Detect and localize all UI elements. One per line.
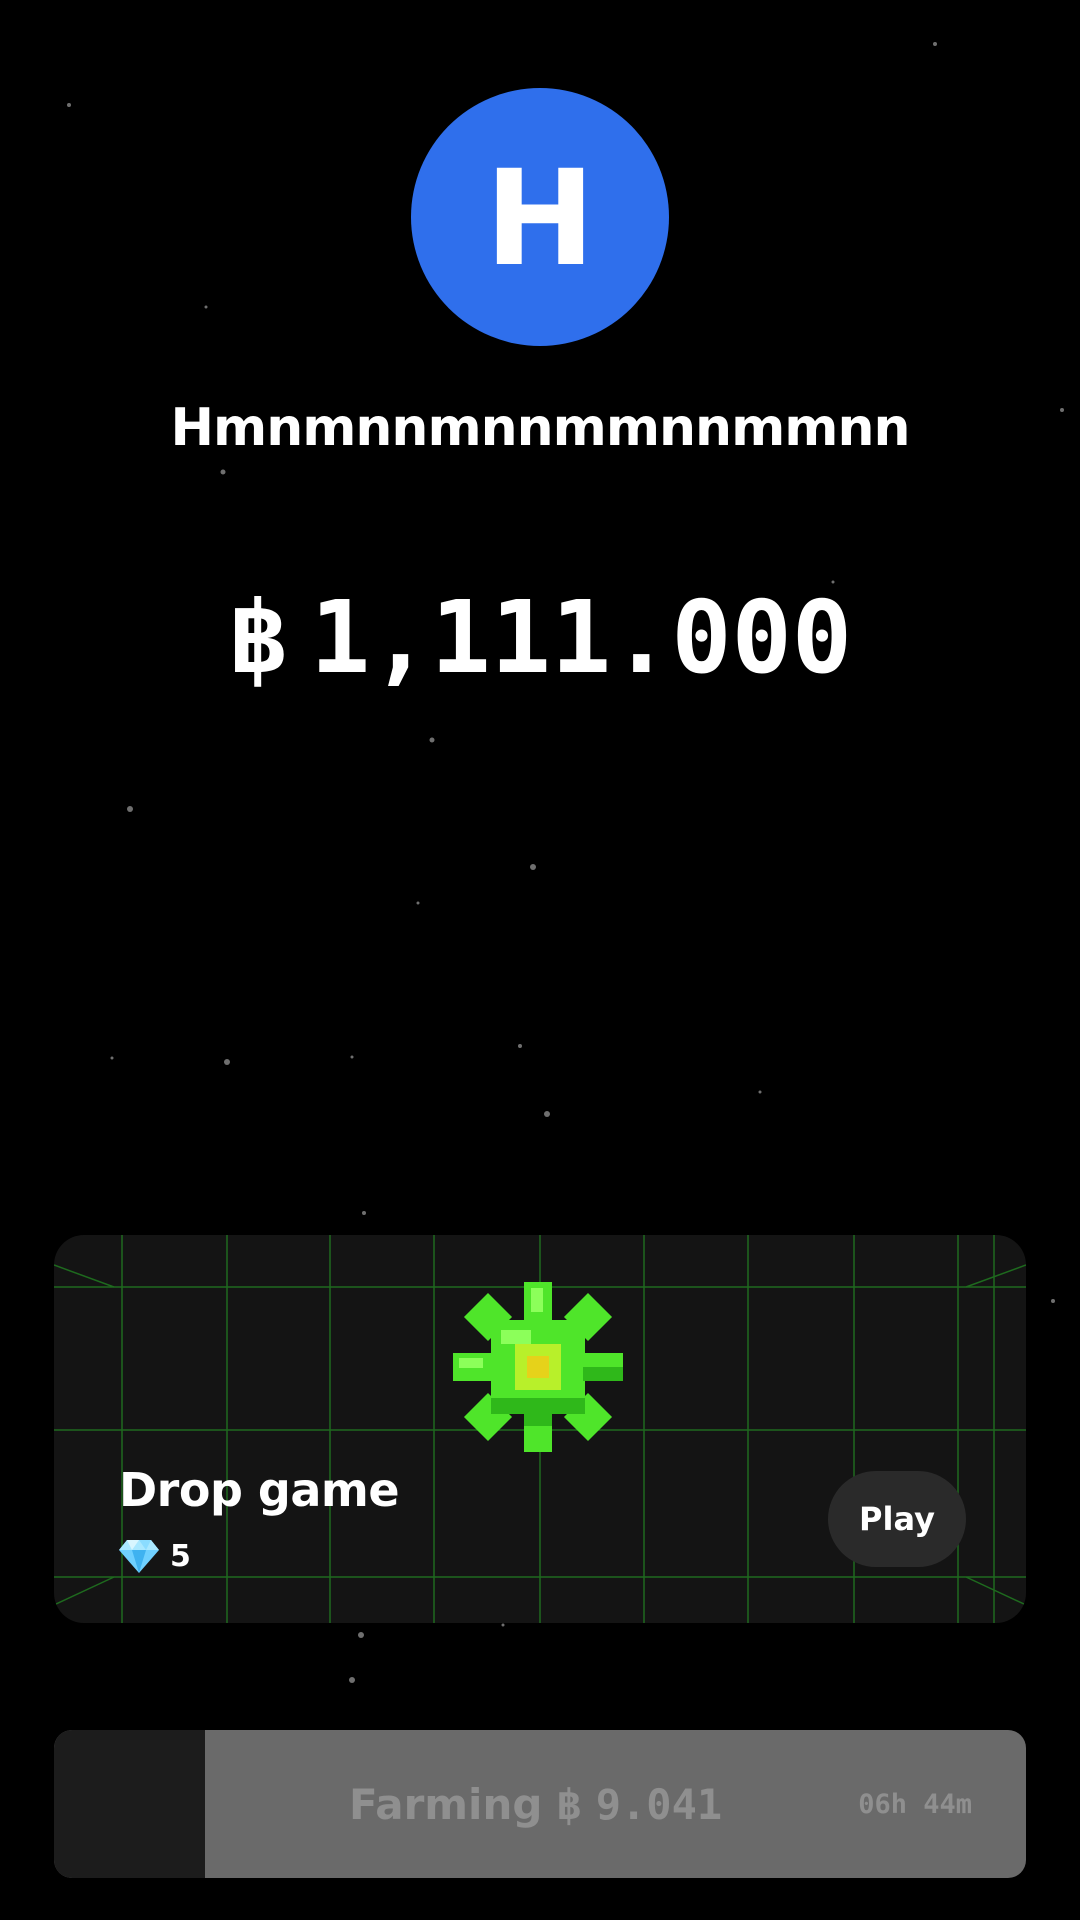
- drop-game-card[interactable]: Drop game 5 Play: [54, 1235, 1026, 1623]
- currency-symbol: ฿: [227, 579, 289, 696]
- farming-label: Farming ฿ 9.041: [349, 1730, 722, 1878]
- username: Hmnmnnmnnmmnnmmnn: [170, 398, 911, 458]
- farming-amount: 9.041: [595, 1779, 723, 1829]
- home-screen: H Hmnmnnmnnmmnnmmnn ฿ 1,111.000 Drop gam…: [0, 0, 1080, 1920]
- farming-progress: [54, 1730, 205, 1878]
- farming-currency-symbol: ฿: [556, 1779, 582, 1829]
- play-button[interactable]: Play: [828, 1471, 966, 1567]
- diamond-icon: [119, 1540, 159, 1573]
- game-cost: 5: [118, 1538, 191, 1574]
- avatar[interactable]: H: [411, 88, 669, 346]
- farming-button[interactable]: Farming ฿ 9.041 06h 44m: [54, 1730, 1026, 1878]
- avatar-initial: H: [484, 142, 596, 296]
- green-star-gem-icon: [453, 1282, 623, 1452]
- game-cost-value: 5: [170, 1538, 191, 1574]
- balance-amount: 1,111.000: [310, 579, 853, 696]
- balance-display: ฿ 1,111.000: [0, 588, 1080, 688]
- farming-text: Farming: [349, 1779, 543, 1829]
- game-title: Drop game: [119, 1463, 400, 1517]
- farming-timer: 06h 44m: [858, 1788, 972, 1820]
